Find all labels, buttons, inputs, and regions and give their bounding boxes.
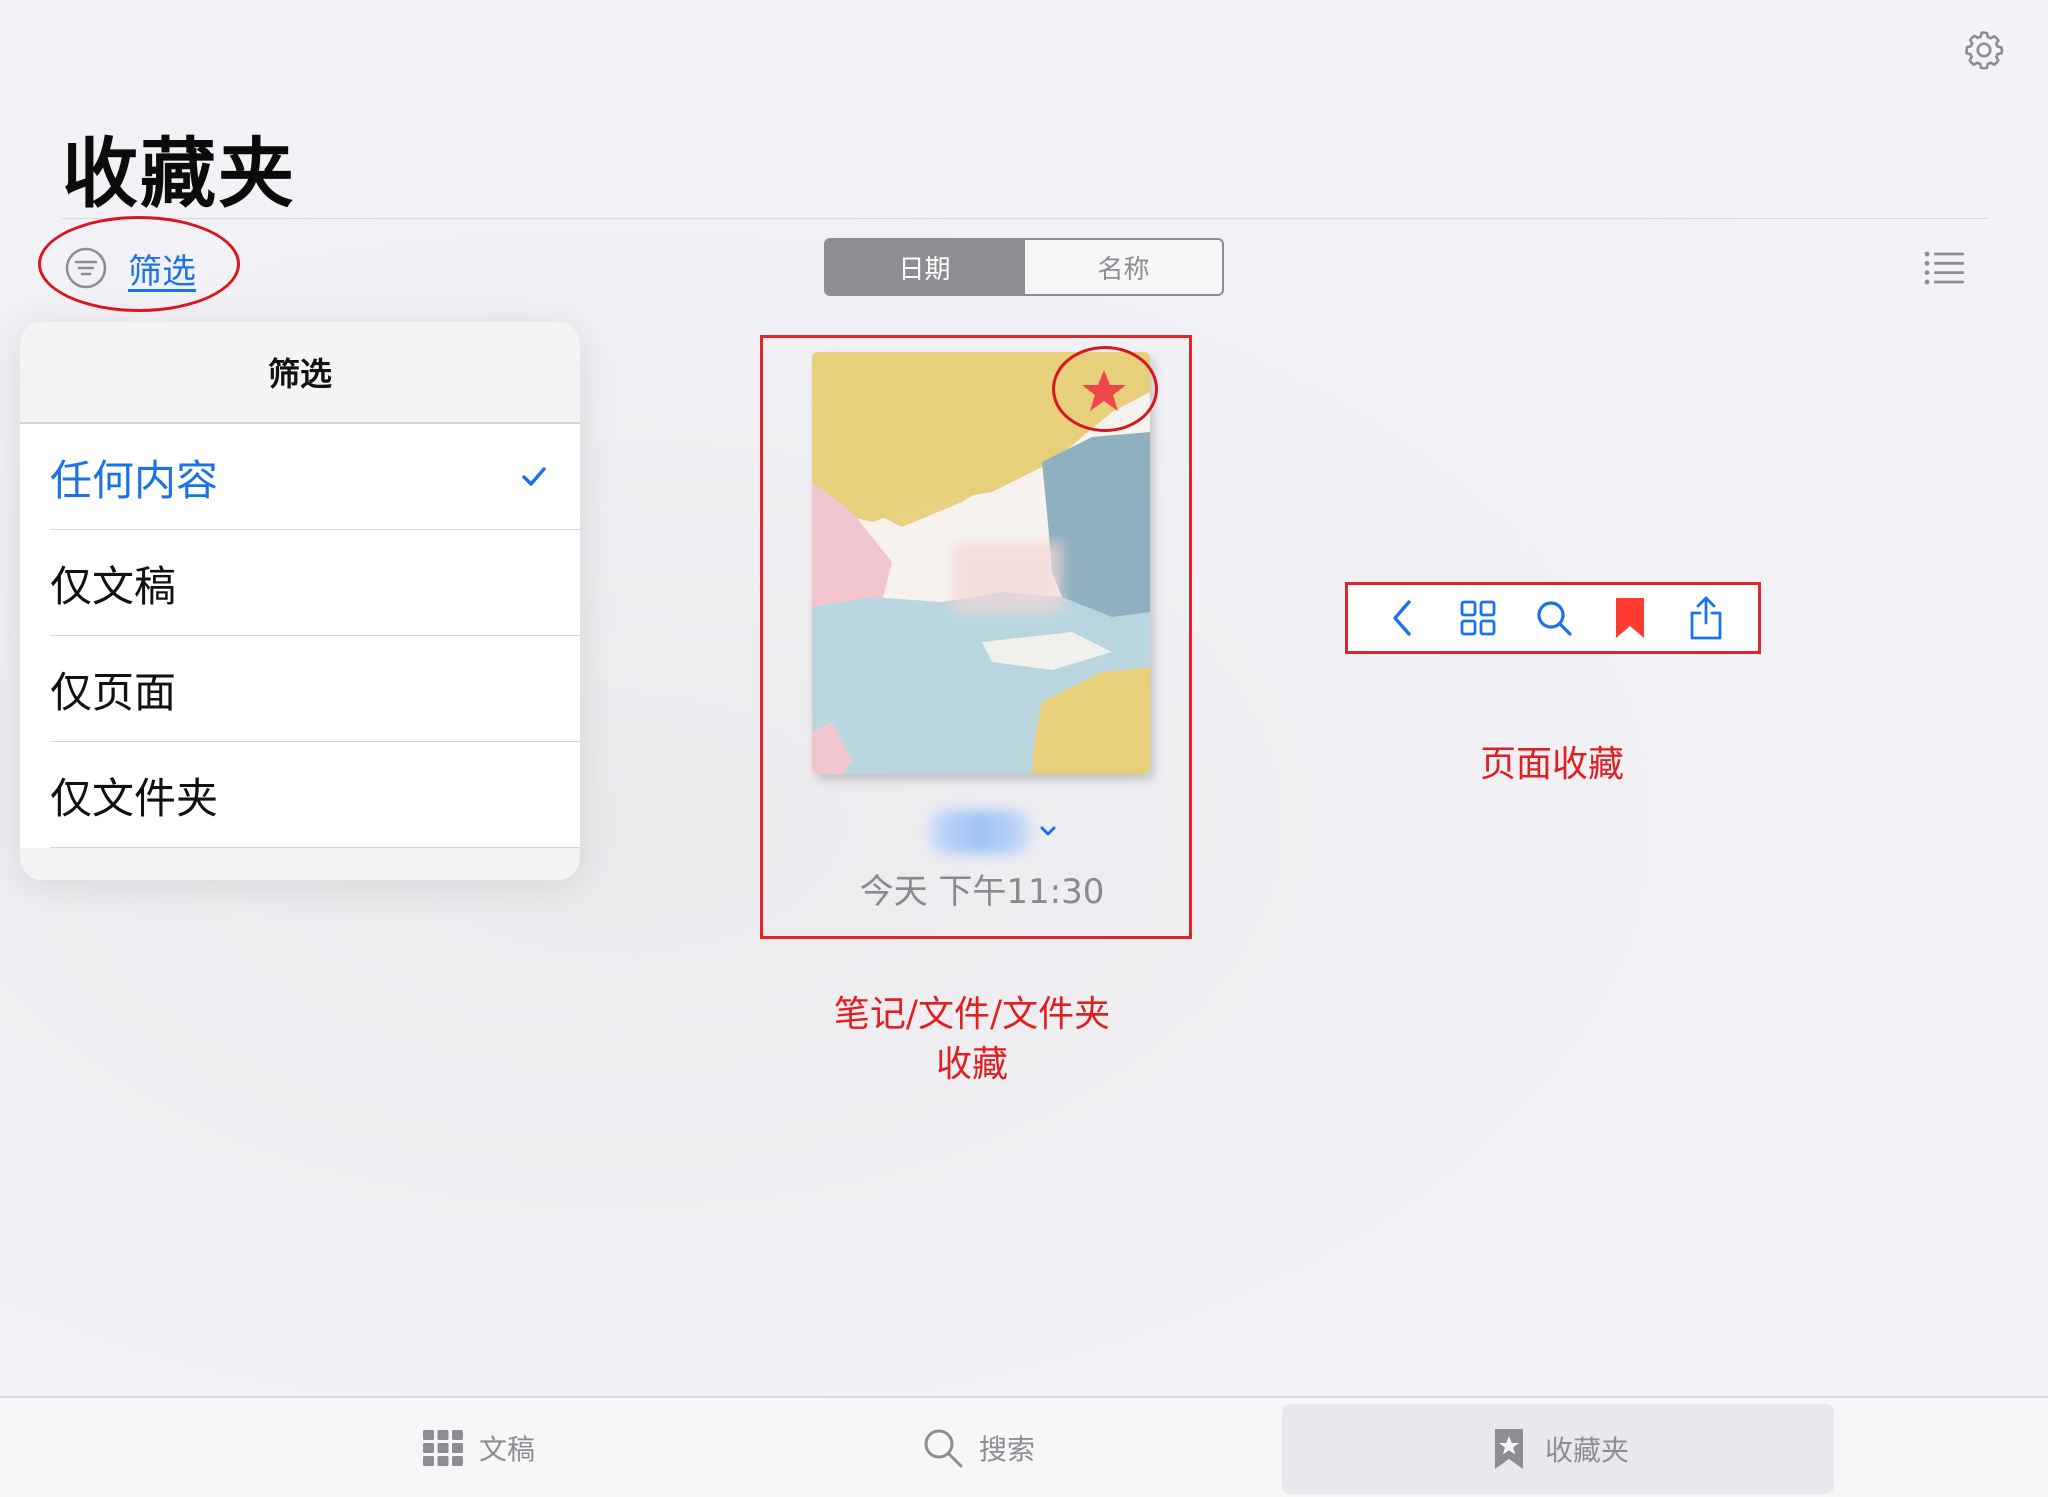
tab-label: 收藏夹 xyxy=(1544,1434,1629,1467)
tab-bar: 文稿 搜索 收藏夹 xyxy=(0,1396,2048,1497)
favorites-bookmark-icon xyxy=(1494,1429,1523,1469)
filter-option-label: 仅文件夹 xyxy=(50,773,219,823)
document-date: 今天 下午11:30 xyxy=(859,872,1105,912)
tab-favorites[interactable]: 收藏夹 xyxy=(1282,1404,1834,1494)
filter-option-label: 仅文稿 xyxy=(50,561,177,611)
favorite-star-icon[interactable] xyxy=(1080,368,1128,414)
annotation-note-favorites: 笔记/文件/文件夹 收藏 xyxy=(772,990,1172,1090)
filter-option-label: 任何内容 xyxy=(50,455,219,505)
tab-label: 搜索 xyxy=(978,1432,1035,1466)
settings-button[interactable] xyxy=(1962,28,2006,72)
chevron-down-icon[interactable] xyxy=(1038,824,1058,838)
annotation-line: 笔记/文件/文件夹 xyxy=(833,994,1111,1035)
thumbnails-button[interactable] xyxy=(1455,595,1501,641)
filter-popover: 筛选 任何内容 仅文稿 仅页面 仅文件夹 xyxy=(20,322,580,880)
share-button[interactable] xyxy=(1683,595,1729,641)
filter-circle-icon xyxy=(65,247,107,289)
document-cover-art xyxy=(812,352,1150,774)
filter-option-documents[interactable]: 仅文稿 xyxy=(20,530,580,636)
filter-options-list: 任何内容 仅文稿 仅页面 仅文件夹 xyxy=(20,422,580,848)
search-icon xyxy=(1537,601,1572,636)
page-toolbar-preview xyxy=(1346,582,1762,654)
annotation-page-favorites: 页面收藏 xyxy=(1479,744,1624,785)
sort-segmented-control[interactable]: 日期 名称 xyxy=(824,238,1224,296)
annotation-line: 收藏 xyxy=(935,1044,1008,1085)
bookmark-icon xyxy=(1616,598,1644,638)
tab-search[interactable]: 搜索 xyxy=(602,1398,1354,1497)
filter-option-folders[interactable]: 仅文件夹 xyxy=(20,742,580,848)
filter-option-pages[interactable]: 仅页面 xyxy=(20,636,580,742)
filter-option-label: 仅页面 xyxy=(50,667,177,717)
grid-icon xyxy=(1460,600,1496,636)
gear-icon xyxy=(1965,31,2004,70)
favorites-page: 收藏夹 筛选 日期 名称 筛选 任何内容 仅文稿 仅页面 仅文件夹 今天 下午1… xyxy=(0,0,2048,1497)
page-title: 收藏夹 xyxy=(62,129,296,218)
popover-arrow xyxy=(124,298,172,324)
share-icon xyxy=(1690,596,1722,640)
back-button[interactable] xyxy=(1379,595,1425,641)
filter-option-anything[interactable]: 任何内容 xyxy=(20,424,580,530)
list-view-button[interactable] xyxy=(1924,250,1964,286)
document-name-blurred[interactable] xyxy=(930,810,1030,854)
document-thumbnail[interactable] xyxy=(812,352,1150,774)
sort-option-date[interactable]: 日期 xyxy=(826,240,1023,294)
back-chevron-icon xyxy=(1393,600,1411,636)
filter-button[interactable]: 筛选 xyxy=(64,244,196,292)
search-button[interactable] xyxy=(1531,595,1577,641)
tab-label: 文稿 xyxy=(478,1432,535,1466)
search-icon xyxy=(924,1429,963,1467)
header-divider xyxy=(62,218,1988,219)
filter-label: 筛选 xyxy=(128,251,196,292)
popover-title: 筛选 xyxy=(267,355,332,393)
list-view-icon xyxy=(1924,251,1964,285)
sort-option-name[interactable]: 名称 xyxy=(1023,240,1222,294)
bookmark-button[interactable] xyxy=(1607,595,1653,641)
checkmark-icon xyxy=(522,467,546,486)
documents-grid-icon xyxy=(422,1429,463,1466)
